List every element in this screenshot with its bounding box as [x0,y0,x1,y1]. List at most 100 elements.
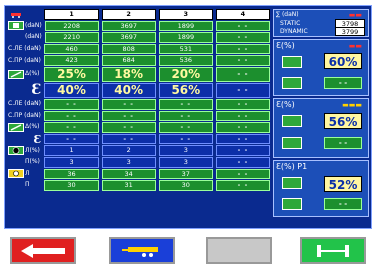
unit-label: (daN) [25,21,42,29]
summary-box: ∑ (daN) ▬▬ STATIC 3798 DYNAMIC 3799 [273,9,369,37]
cell: 3 [158,145,213,156]
panel-dash: - - [324,198,362,210]
cell: 2 [101,145,156,156]
cell-value: - - [237,21,249,30]
row-label: Ɛ [8,133,42,146]
col-header-2[interactable]: 2 [101,9,156,20]
cell-value: 3 [69,157,74,166]
back-button[interactable] [10,237,76,264]
table-row: Δ(%) - - - - - - - - [8,122,271,133]
cell-value: 30 [67,181,76,190]
trailer-mode-button[interactable] [109,237,175,264]
cell: - - [215,66,271,82]
brake-icon [282,198,302,210]
cell-value: 2210 [63,33,80,42]
unit-label: Л(%) [25,146,40,154]
row-label: С.ПР (daN) [8,111,41,122]
disabled-button[interactable] [206,237,272,264]
cell: - - [215,82,271,98]
brake-icon [282,137,302,149]
cell: 36 [44,168,99,180]
sum-label: ∑ (daN) [276,11,299,18]
cell: 30 [158,180,213,191]
cell-value: 37 [181,169,190,178]
table-row: (daN) 2208 3697 1899 - - [8,20,270,32]
cell: 1899 [158,20,213,32]
cell-value: 1 [69,146,74,155]
panel-title: Ɛ(%) [276,100,295,109]
axle-mode-button[interactable] [300,237,366,264]
trailer-icon: ▬▬▬ [342,101,362,109]
cell: 684 [101,55,156,66]
grid-header-row: 1 2 3 4 [8,9,271,20]
cell-value: 36 [67,169,76,178]
cell: 25% [44,66,99,82]
unit-label: Π [25,181,30,189]
col-header-1[interactable]: 1 [44,9,99,20]
col-header-3-label: 3 [183,10,189,19]
cell-value: 536 [179,56,193,65]
cell-value: 56% [171,83,201,98]
col-header-3[interactable]: 3 [158,9,213,20]
table-row: (daN) 2210 3697 1899 - - [8,32,270,43]
cell: 423 [44,55,99,66]
cell-value: - - [237,33,249,42]
cell: 1 [44,145,99,156]
cell: - - [215,32,270,43]
cell: - - [101,98,156,110]
cell: - - [215,145,271,156]
row-label: Ɛ [8,82,42,99]
cell-value: - - [237,69,249,78]
cell: - - [158,122,213,133]
cell: - - [215,55,271,66]
cell-value: 423 [65,56,78,65]
axle-icon [317,244,349,257]
cell-value: 40% [57,83,86,98]
cell-value: - - [66,134,77,143]
cell-value: - - [237,123,249,132]
brake-icon [282,177,302,189]
cell-value: 1899 [177,21,195,30]
unit-label: Π(%) [25,158,40,166]
static-label: STATIC [280,20,301,27]
dynamic-label: DYNAMIC [280,28,308,35]
cell-value: - - [180,111,192,120]
col-header-2-label: 2 [126,10,131,19]
panel-value: 52% [324,176,362,192]
epsilon-label: Ɛ [31,82,42,99]
cell: 3697 [101,32,156,43]
cell: - - [215,122,271,133]
unit-label: (daN) [25,33,42,41]
table-row: Ɛ - - - - - - - - [8,133,271,146]
wheel-icon [8,157,24,167]
cell-value: - - [237,56,249,65]
cell: - - [101,133,156,145]
cell: - - [215,20,270,32]
cell-value: - - [237,111,249,120]
header-corner [8,9,41,20]
cell-value: 3697 [120,21,138,30]
brake-icon [282,56,302,68]
cell: 3 [158,156,213,168]
unit-label: С.ЛЕ (daN) [8,45,41,53]
cell-value: - - [237,169,249,178]
cell: 460 [44,43,99,55]
cell-value: - - [237,100,249,109]
cell-value: 31 [124,181,133,190]
weight-icon [8,21,24,31]
unit-label: С.ЛЕ (daN) [8,100,41,108]
cell: - - [44,122,99,133]
efficiency-panel-2: Ɛ(%) ▬▬▬ 56% - - [273,98,369,158]
panel-value: 60% [324,53,362,69]
main-screen: 1 2 3 4 (daN) 2208 3697 1899 - - (daN) 2… [4,5,372,229]
cell-value: 684 [122,56,135,65]
cell-value: 34 [124,169,133,178]
cell: 536 [158,55,213,66]
car-icon: ▬▬ [348,42,362,50]
brake-icon [282,115,302,127]
col-header-4[interactable]: 4 [215,9,271,20]
table-row: С.ПР (daN) - - - - - - - - [8,110,271,122]
row-label: С.ЛЕ (daN) [8,44,41,55]
cell: 531 [158,43,213,55]
panel-dash: - - [324,77,362,89]
